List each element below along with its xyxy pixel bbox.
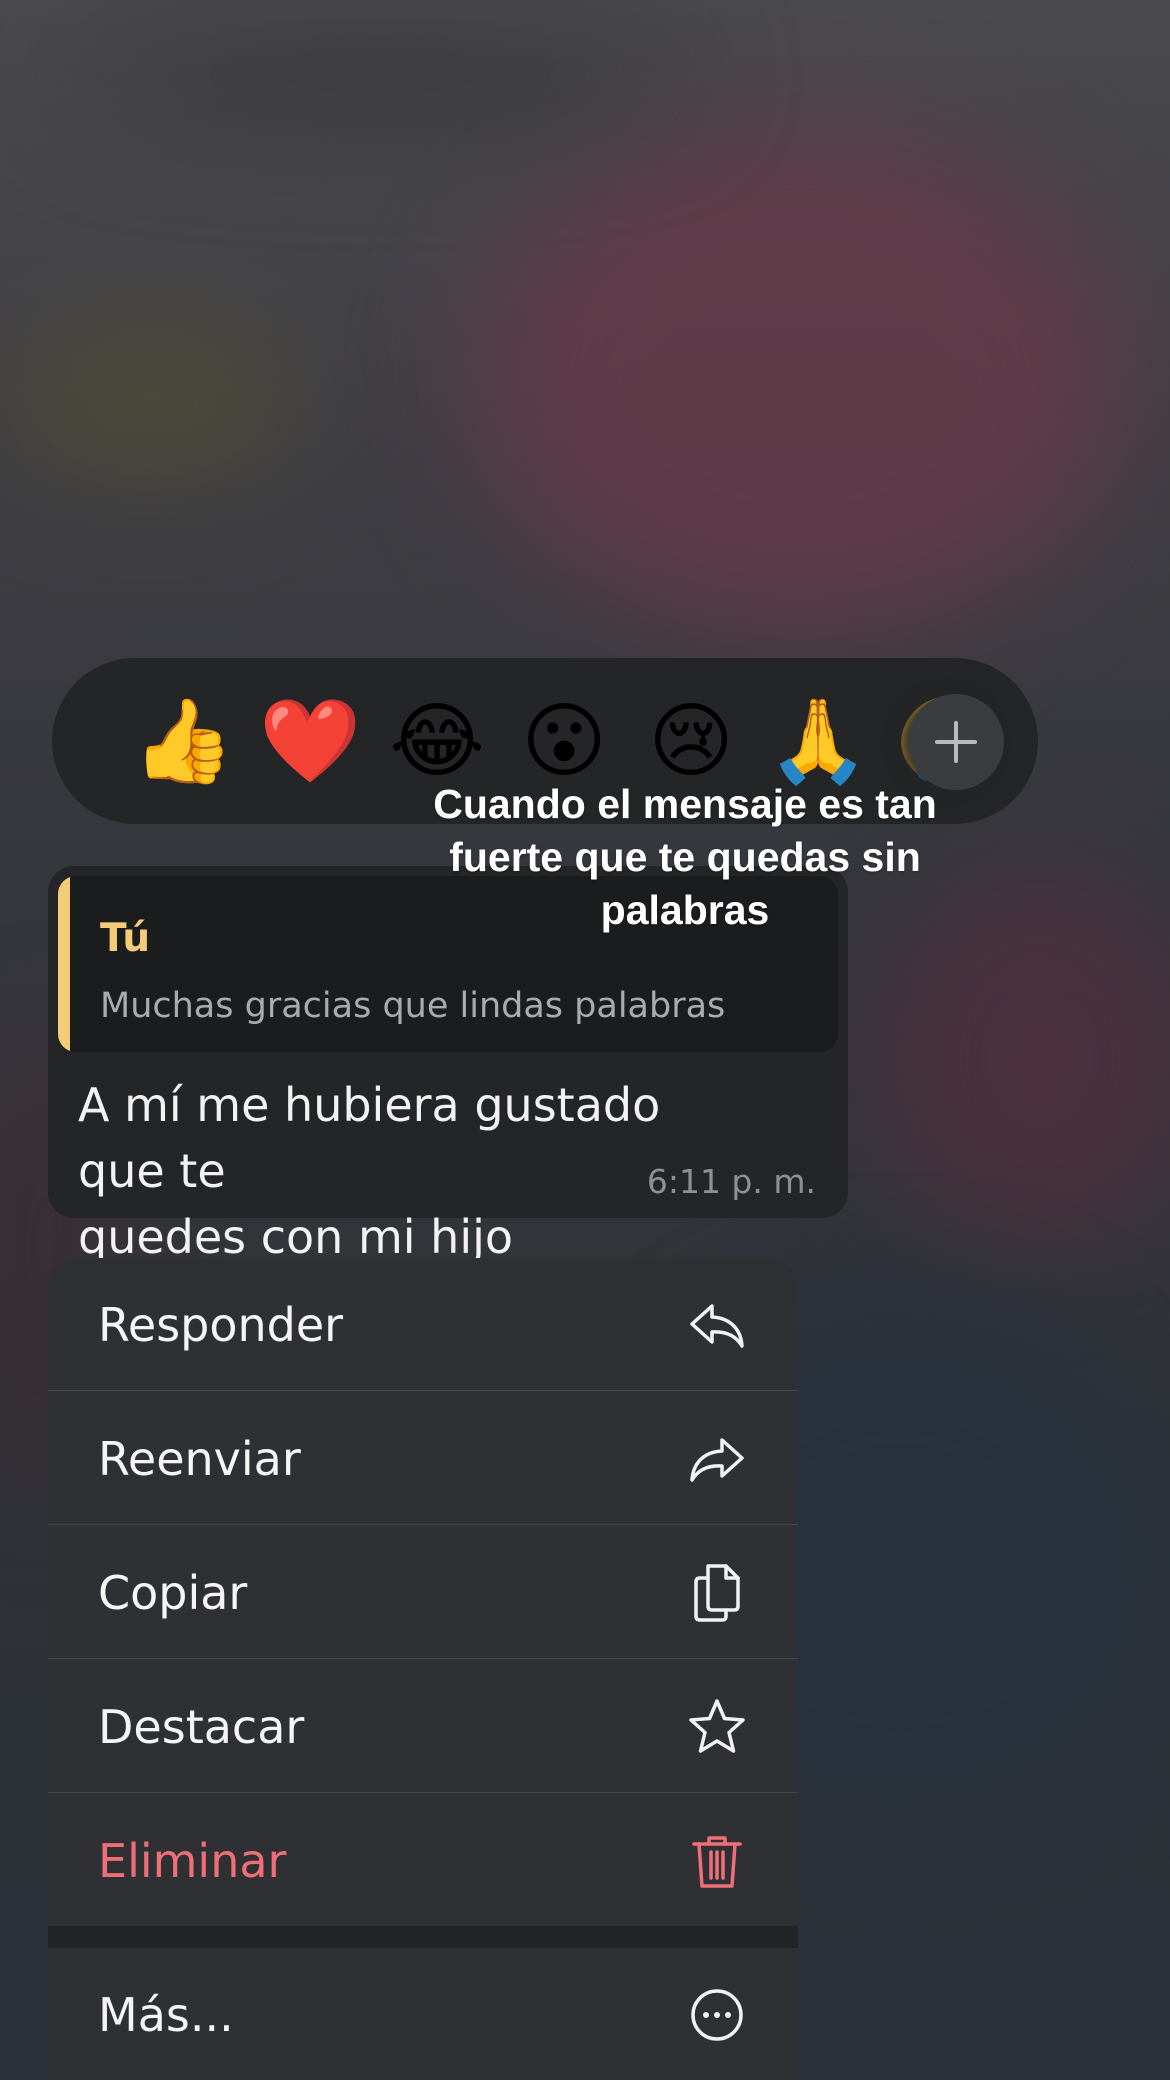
caption-line: palabras	[600, 887, 770, 933]
caption-line: Cuando el mensaje es tan	[433, 781, 937, 827]
menu-item-reply[interactable]: Responder	[48, 1258, 798, 1391]
context-menu: Responder Reenviar Copiar Destacar Elimi…	[48, 1258, 798, 2080]
menu-item-copy[interactable]: Copiar	[48, 1526, 798, 1659]
quote-accent-bar	[58, 876, 70, 1052]
menu-item-label: Eliminar	[98, 1834, 287, 1888]
menu-item-label: Reenviar	[98, 1432, 301, 1486]
menu-item-label: Destacar	[98, 1700, 305, 1754]
reaction-thumbs-up[interactable]: 👍	[128, 694, 238, 790]
add-reaction-button[interactable]	[908, 694, 1004, 790]
menu-item-label: Más...	[98, 1988, 234, 2042]
star-icon	[689, 1699, 745, 1753]
plus-icon	[935, 721, 977, 763]
reaction-surprised[interactable]: 😮	[509, 694, 619, 790]
reply-icon	[690, 1304, 744, 1348]
menu-item-forward[interactable]: Reenviar	[48, 1392, 798, 1525]
more-dots-icon	[691, 1989, 743, 2041]
copy-icon	[694, 1564, 740, 1622]
reaction-laughing[interactable]: 😂	[382, 694, 492, 790]
menu-item-label: Responder	[98, 1298, 344, 1352]
quoted-author: Tú	[100, 916, 151, 961]
menu-item-delete[interactable]: Eliminar	[48, 1794, 798, 1927]
reaction-crying[interactable]: 😢	[636, 694, 746, 790]
caption-line: fuerte que te quedas sin	[449, 834, 921, 880]
message-text: A mí me hubiera gustado que te quedes co…	[78, 1072, 738, 1270]
menu-separator	[48, 1926, 798, 1948]
trash-icon	[692, 1836, 742, 1888]
caption-overlay: Cuando el mensaje es tan fuerte que te q…	[405, 778, 965, 937]
forward-icon	[690, 1438, 744, 1482]
quoted-text: Muchas gracias que lindas palabras	[100, 986, 726, 1026]
menu-item-star[interactable]: Destacar	[48, 1660, 798, 1793]
message-text-line: A mí me hubiera gustado que te	[78, 1078, 661, 1198]
menu-item-label: Copiar	[98, 1566, 248, 1620]
reaction-praying-hands[interactable]: 🙏	[763, 694, 873, 790]
message-timestamp: 6:11 p. m.	[646, 1162, 816, 1201]
reaction-heart[interactable]: ❤️	[255, 694, 365, 790]
menu-item-more[interactable]: Más...	[48, 1948, 798, 2080]
